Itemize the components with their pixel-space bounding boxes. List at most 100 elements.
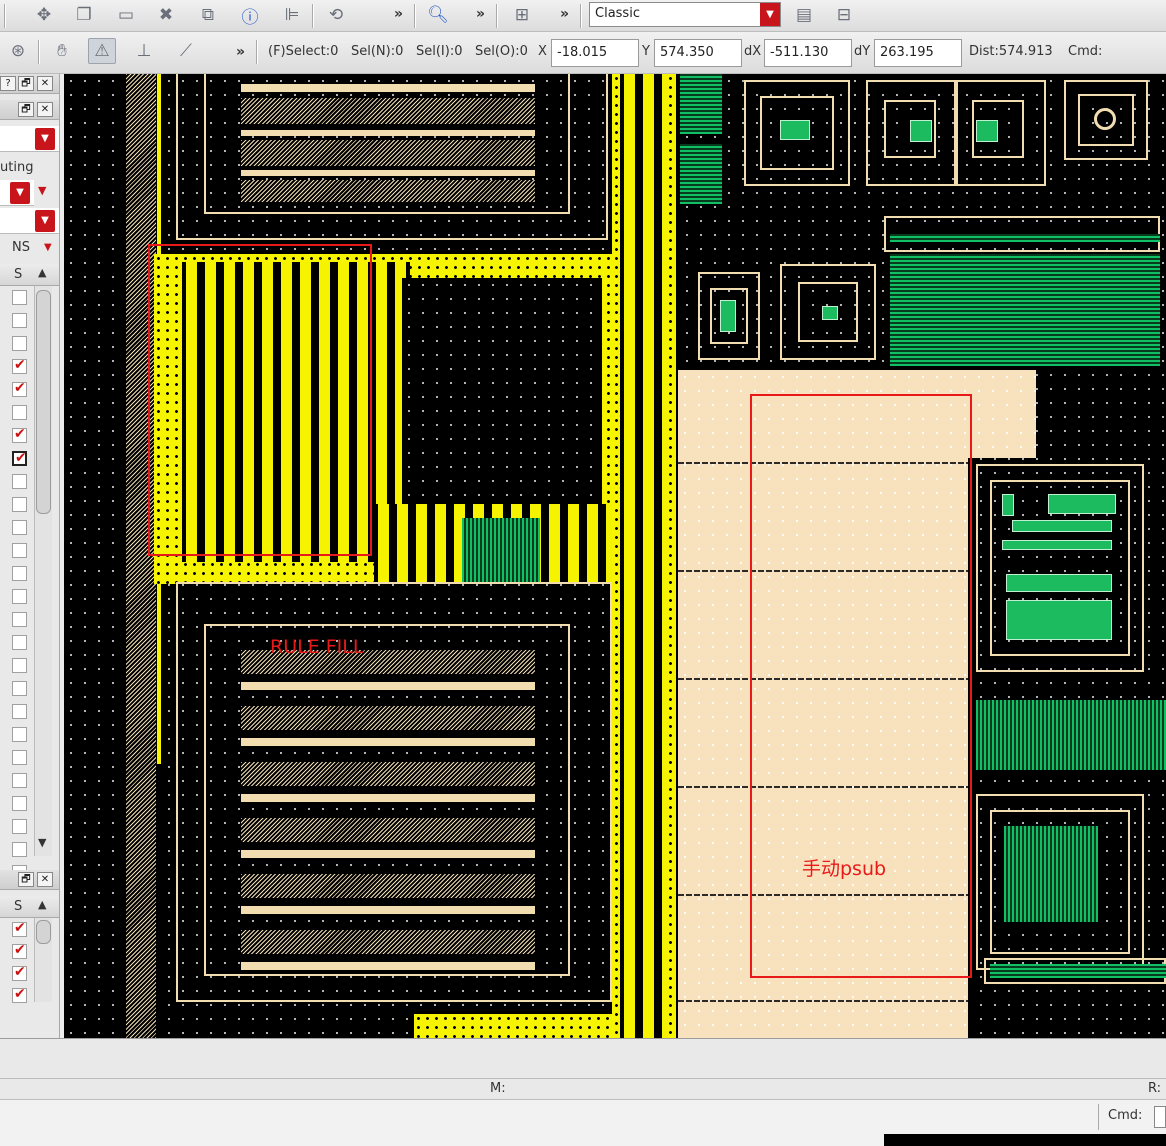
finger-bar — [241, 906, 535, 914]
command-label: Cmd: — [1068, 44, 1103, 59]
close-window-icon[interactable]: ⊟ — [830, 2, 858, 28]
layer-selectable-checkbox[interactable] — [12, 986, 27, 1003]
layer-selectable-checkbox[interactable] — [12, 520, 27, 535]
y-coord-field[interactable]: 574.350 — [654, 39, 742, 67]
layer-selectable-checkbox[interactable] — [12, 704, 27, 719]
layer-selectable-checkbox[interactable] — [12, 612, 27, 627]
hand-icon[interactable]: ✋︎ — [48, 38, 76, 64]
float-button[interactable]: 🗗 — [18, 76, 34, 91]
finger-bar — [241, 84, 535, 92]
dropdown-arrow-icon[interactable]: ▼ — [38, 184, 46, 197]
probe-icon[interactable]: ⊥ — [130, 38, 158, 64]
toolbar-overflow[interactable]: » — [236, 44, 245, 60]
psub-annotation-box — [750, 394, 972, 978]
contact-cell — [1012, 520, 1112, 532]
toolbar-overflow[interactable]: » — [560, 6, 569, 22]
finger-hatch — [241, 140, 535, 166]
scroll-up-icon[interactable]: ▲ — [38, 898, 46, 911]
layer-selectable-checkbox[interactable] — [12, 942, 27, 959]
selectable-column-header[interactable]: S — [14, 267, 22, 282]
stretch-icon[interactable]: ▭ — [112, 2, 140, 28]
toolbar-overflow[interactable]: » — [476, 6, 485, 22]
layer-selectable-checkbox[interactable] — [12, 750, 27, 765]
layer-selectable-checkbox[interactable] — [12, 543, 27, 558]
layer-selectable-checkbox[interactable] — [12, 313, 27, 328]
view-mode-select[interactable]: Classic ▼ — [589, 2, 781, 27]
layer-selectable-checkbox[interactable] — [12, 357, 27, 374]
undo-icon[interactable]: ⟲ — [322, 2, 350, 28]
layer-selectable-checkbox[interactable] — [12, 819, 27, 834]
layer-selectable-checkbox[interactable] — [12, 380, 27, 397]
chevron-down-icon[interactable]: ▼ — [10, 182, 30, 204]
rule-fill-annotation-box — [148, 244, 372, 556]
scrollbar-thumb[interactable] — [36, 920, 51, 944]
ruler-icon[interactable]: ⟋ — [172, 38, 200, 64]
layer-selectable-checkbox[interactable] — [12, 566, 27, 581]
float-button[interactable]: 🗗 — [18, 872, 34, 887]
selectable-column-header[interactable]: S — [14, 899, 22, 914]
close-button[interactable]: ✕ — [37, 872, 53, 887]
layer-selectable-checkbox[interactable] — [12, 796, 27, 811]
scroll-down-icon[interactable]: ▼ — [38, 836, 46, 849]
layer-selectable-checkbox[interactable] — [12, 290, 27, 305]
layer-selectable-checkbox[interactable] — [12, 336, 27, 351]
move-icon[interactable]: ✥ — [30, 2, 58, 28]
chevron-down-icon[interactable]: ▼ — [760, 3, 780, 26]
layer-list-scrollbar[interactable]: ▼ — [34, 286, 52, 856]
copy-icon[interactable]: ❐ — [70, 2, 98, 28]
window-icon[interactable]: ▤ — [790, 2, 818, 28]
layer-selectable-checkbox[interactable] — [12, 842, 27, 857]
contact-cell — [1002, 494, 1014, 516]
toolbar-overflow[interactable]: » — [394, 6, 403, 22]
layer-selectable-checkbox[interactable] — [12, 964, 27, 981]
close-button[interactable]: ✕ — [37, 102, 53, 117]
float-button[interactable]: 🗗 — [18, 102, 34, 117]
keepout-window — [402, 278, 602, 504]
zoom-icon[interactable]: 🔍︎ — [424, 2, 452, 28]
layer-selectable-checkbox[interactable] — [12, 405, 27, 420]
scrollbar-thumb[interactable] — [36, 290, 51, 514]
align-icon[interactable]: ⊫ — [278, 2, 306, 28]
layer-selectable-checkbox[interactable] — [12, 920, 27, 937]
dx-field[interactable]: -511.130 — [764, 39, 852, 67]
layer-selectable-checkbox[interactable] — [12, 773, 27, 788]
chevron-down-icon[interactable]: ▼ — [35, 128, 55, 150]
psub-boundary-line — [678, 1000, 968, 1002]
sel-o-count: Sel(O):0 — [475, 44, 528, 59]
layer-selectable-checkbox[interactable] — [12, 474, 27, 489]
layer-selectable-checkbox[interactable] — [12, 658, 27, 673]
layer-selectable-checkbox[interactable] — [12, 589, 27, 604]
close-button[interactable]: ✕ — [37, 76, 53, 91]
dy-field[interactable]: 263.195 — [874, 39, 962, 67]
layer-selectable-checkbox[interactable] — [12, 426, 27, 443]
layer-selectable-checkbox[interactable] — [12, 727, 27, 742]
filter-select[interactable]: ▼ — [0, 126, 59, 152]
chevron-down-icon[interactable]: ▼ — [44, 242, 52, 253]
contact-cell — [780, 120, 810, 140]
finger-bar — [241, 130, 535, 136]
implant-array — [976, 700, 1166, 770]
select-filter-icon[interactable]: ⊛ — [4, 38, 32, 64]
lower-list-scrollbar[interactable] — [34, 918, 52, 1002]
x-coord-field[interactable]: -18.015 — [551, 39, 639, 67]
implant-strip — [890, 234, 1160, 242]
finger-bar — [241, 170, 535, 176]
purpose-select[interactable]: ▼ — [0, 208, 59, 234]
layer-selectable-checkbox[interactable] — [12, 497, 27, 512]
chevron-down-icon[interactable]: ▼ — [35, 210, 55, 232]
layout-canvas[interactable]: RULE FILL 手动psub — [64, 74, 1166, 1038]
info-icon[interactable]: ⓘ — [236, 2, 264, 28]
set-select[interactable]: ▼ — [0, 180, 34, 206]
rotate-icon[interactable]: ⧉ — [194, 2, 222, 28]
command-input[interactable] — [1154, 1106, 1166, 1128]
scroll-up-icon[interactable]: ▲ — [38, 266, 46, 279]
layer-selectable-checkbox[interactable] — [12, 681, 27, 696]
ns-filter-label[interactable]: NS — [12, 240, 30, 255]
layer-selectable-checkbox[interactable] — [12, 450, 27, 466]
hierarchy-icon[interactable]: ⊞ — [508, 2, 536, 28]
command-bar: Cmd: — [0, 1100, 1166, 1134]
warning-icon[interactable]: ⚠︎ — [88, 38, 116, 64]
layer-selectable-checkbox[interactable] — [12, 635, 27, 650]
help-button[interactable]: ? — [0, 76, 16, 91]
delete-icon[interactable]: ✖ — [152, 2, 180, 28]
